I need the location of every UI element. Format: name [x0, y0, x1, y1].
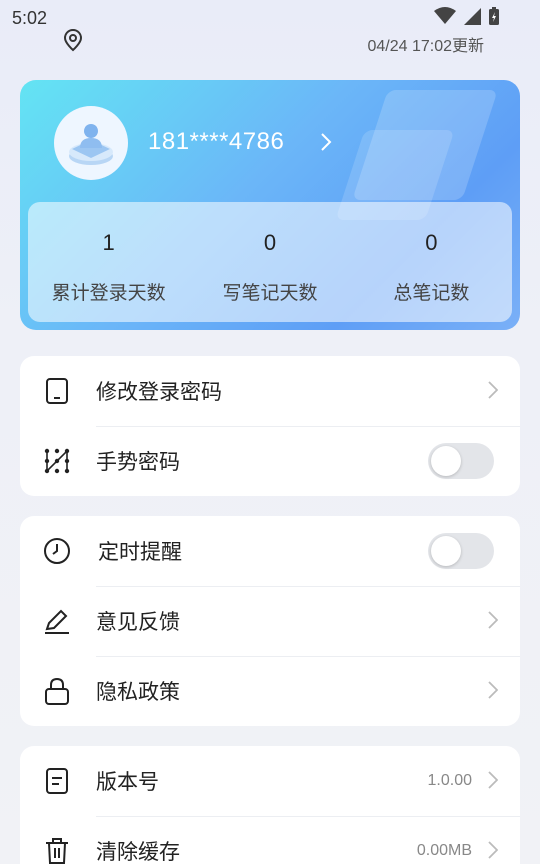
location-pin-icon [63, 28, 83, 52]
stat-label: 累计登录天数 [51, 282, 166, 304]
profile-card: 181****4786 1 累计登录天数 0 写笔记天数 0 总笔记数 [20, 80, 520, 330]
chevron-right-icon [488, 681, 498, 699]
gesture-icon [42, 446, 72, 476]
wifi-icon [434, 7, 456, 24]
toggle-knob [431, 536, 461, 566]
feedback-label: 意见反馈 [96, 610, 180, 634]
chevron-right-icon[interactable] [320, 132, 332, 152]
status-icons [434, 6, 500, 26]
update-time: 04/24 17:02更新 [367, 38, 484, 55]
gesture-password-label: 手势密码 [96, 450, 180, 474]
stat-value: 0 [425, 230, 438, 255]
privacy-label: 隐私政策 [96, 680, 180, 704]
change-password-row[interactable]: 修改登录密码 [20, 356, 520, 426]
stat-value: 0 [263, 230, 277, 255]
trash-icon [42, 836, 72, 864]
feedback-row[interactable]: 意见反馈 [20, 586, 520, 656]
version-label: 版本号 [96, 770, 159, 794]
avatar[interactable] [54, 106, 128, 180]
stat-label: 写笔记天数 [222, 282, 318, 304]
toggle-knob [431, 446, 461, 476]
signal-icon [464, 8, 481, 25]
chevron-right-icon [488, 841, 498, 859]
document-icon [42, 766, 72, 796]
chevron-right-icon [488, 611, 498, 629]
lock-icon [42, 676, 72, 706]
reminder-label: 定时提醒 [98, 540, 182, 564]
version-row[interactable]: 版本号 1.0.00 [20, 746, 520, 816]
stat-login-days: 1 累计登录天数 [28, 202, 189, 322]
gesture-password-toggle[interactable] [428, 443, 494, 479]
stat-label: 总笔记数 [393, 282, 470, 304]
general-group: 定时提醒 意见反馈 隐私政策 [20, 516, 520, 726]
clear-cache-row[interactable]: 清除缓存 0.00MB [20, 816, 520, 864]
privacy-row[interactable]: 隐私政策 [20, 656, 520, 726]
chevron-right-icon [488, 771, 498, 789]
pencil-icon [42, 606, 72, 636]
about-group: 版本号 1.0.00 清除缓存 0.00MB [20, 746, 520, 864]
reminder-toggle[interactable] [428, 533, 494, 569]
status-time: 5:02 [12, 8, 48, 28]
battery-icon [489, 7, 499, 25]
status-bar: 5:02 04/24 17:02更新 [0, 0, 540, 55]
stat-total-notes: 0 总笔记数 [351, 202, 512, 322]
security-group: 修改登录密码 手势密码 [20, 356, 520, 496]
stat-value: 1 [102, 230, 115, 255]
tablet-icon [42, 376, 72, 406]
change-password-label: 修改登录密码 [96, 380, 222, 404]
version-value: 1.0.00 [427, 772, 472, 789]
gesture-password-row: 手势密码 [20, 426, 520, 496]
stat-note-days: 0 写笔记天数 [189, 202, 350, 322]
chevron-right-icon [488, 381, 498, 399]
reminder-row: 定时提醒 [20, 516, 520, 586]
avatar-icon [69, 124, 113, 165]
clear-cache-label: 清除缓存 [96, 840, 180, 864]
clock-icon [42, 536, 72, 566]
cache-size-value: 0.00MB [416, 842, 472, 859]
stats-panel: 1 累计登录天数 0 写笔记天数 0 总笔记数 [28, 202, 512, 322]
phone-number[interactable]: 181****4786 [148, 128, 284, 156]
